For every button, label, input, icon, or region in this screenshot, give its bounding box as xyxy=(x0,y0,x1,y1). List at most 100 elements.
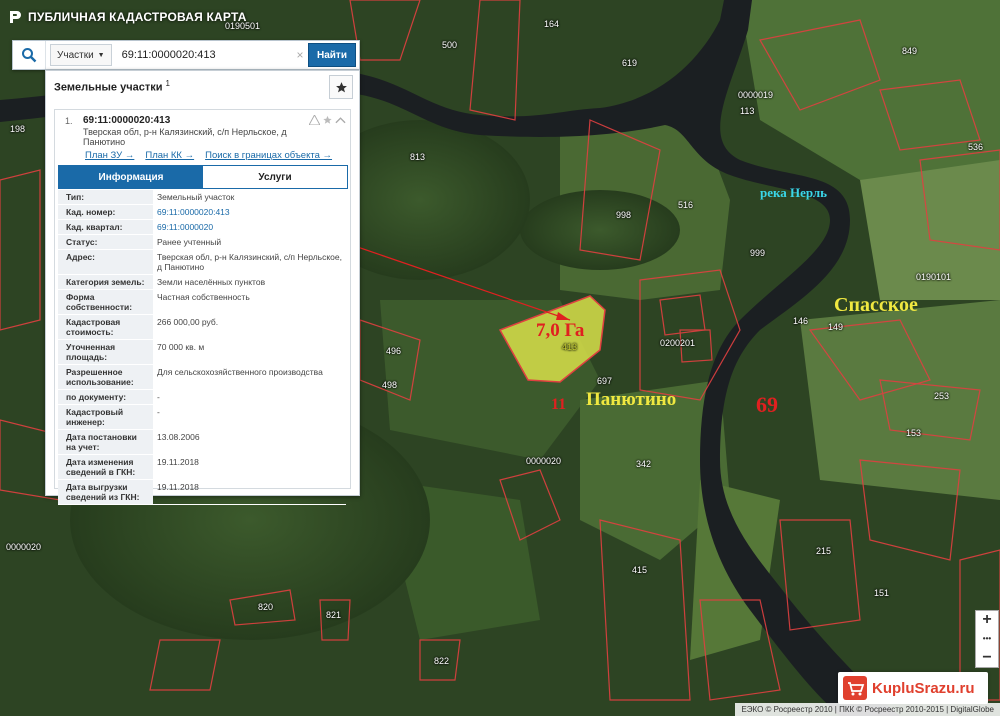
property-value: - xyxy=(157,407,160,417)
village-label-panyutino: Панютино xyxy=(586,389,677,410)
property-value: Ранее учтенный xyxy=(157,237,222,247)
item-address: Тверская обл, р-н Калязинский, с/п Нерль… xyxy=(83,127,287,147)
item-number: 1. xyxy=(65,116,73,126)
star-icon xyxy=(335,81,347,92)
zoom-menu-dots[interactable]: ••• xyxy=(983,635,991,643)
property-value: Частная собственность xyxy=(157,292,250,302)
map-label: 813 xyxy=(410,152,426,162)
property-row: Кадастровая стоимость: 266 000,00 руб. xyxy=(58,315,346,340)
map-label: 149 xyxy=(828,322,844,332)
property-key: Уточненная площадь: xyxy=(58,340,153,364)
property-row: Разрешенное использование: Для сельскохоз… xyxy=(58,365,346,390)
map-label: 496 xyxy=(386,346,402,356)
map-label: 821 xyxy=(326,610,342,620)
watermark-text: KupluSrazu.ru xyxy=(872,679,975,697)
property-key: Адрес: xyxy=(58,250,153,274)
result-count: 1 xyxy=(165,79,170,88)
property-row: Статус: Ранее учтенный xyxy=(58,235,346,250)
property-value: 70 000 кв. м xyxy=(157,342,205,352)
map-label: 998 xyxy=(616,210,632,220)
search-type-select[interactable]: Участки ▼ xyxy=(50,44,112,66)
item-cad-number[interactable]: 69:11:0000020:413 xyxy=(83,115,170,126)
property-value: 19.11.2018 xyxy=(157,482,199,492)
map-label: 536 xyxy=(968,142,984,152)
property-value: 266 000,00 руб. xyxy=(157,317,219,327)
zoom-out-button[interactable]: − xyxy=(982,649,991,667)
map-label: 999 xyxy=(750,248,766,258)
property-value: 13.08.2006 xyxy=(157,432,200,442)
zoom-control: + ••• − xyxy=(975,610,999,668)
map-label: 0200201 xyxy=(660,338,696,348)
village-label-spasskoe: Спасское xyxy=(834,294,918,316)
property-row: по документу: - xyxy=(58,390,346,405)
warning-icon[interactable] xyxy=(309,115,320,125)
property-row: Дата выгрузки сведений из ГКН: 19.11.2018 xyxy=(58,480,346,505)
map-label: 113 xyxy=(740,106,755,116)
property-row: Дата постановки на учет: 13.08.2006 xyxy=(58,430,346,455)
watermark: KupluSrazu.ru xyxy=(838,672,988,704)
property-key: Кад. номер: xyxy=(58,205,153,219)
property-key: Дата постановки на учет: xyxy=(58,430,153,454)
property-value: Земли населённых пунктов xyxy=(157,277,266,287)
map-label: 619 xyxy=(622,58,638,68)
property-value: Земельный участок xyxy=(157,192,235,202)
plan-zu-link[interactable]: План ЗУ → xyxy=(85,150,134,161)
map-label: 849 xyxy=(902,46,918,56)
cadastre-logo-icon xyxy=(10,11,21,23)
plan-kk-link[interactable]: План КК → xyxy=(145,150,194,161)
chevron-up-icon[interactable] xyxy=(335,115,346,125)
property-value: 19.11.2018 xyxy=(157,457,199,467)
map-label: 151 xyxy=(874,588,890,598)
app-title: ПУБЛИЧНАЯ КАДАСТРОВАЯ КАРТА xyxy=(28,10,247,24)
map-attribution: ЕЭКО © Росреестр 2010 | ПКК © Росреестр … xyxy=(735,703,1000,716)
map-label: 153 xyxy=(906,428,922,438)
map-label: 198 xyxy=(10,124,26,134)
district-number: 11 xyxy=(551,396,567,413)
map-label: 215 xyxy=(816,546,832,556)
property-row: Форма собственности: Частная собственност… xyxy=(58,290,346,315)
map-label: 516 xyxy=(678,200,694,210)
search-bar: Участки ▼ 69:11:0000020:413 × Найти xyxy=(12,40,360,70)
property-value: - xyxy=(157,392,160,402)
map-label: 820 xyxy=(258,602,274,612)
map-label: 342 xyxy=(636,459,652,469)
property-row: Кад. номер: 69:11:0000020:413 xyxy=(58,205,346,220)
area-label: 7,0 Га xyxy=(536,320,585,341)
app-header: ПУБЛИЧНАЯ КАДАСТРОВАЯ КАРТА xyxy=(8,8,247,26)
map-label: 146 xyxy=(793,316,809,326)
property-value[interactable]: 69:11:0000020:413 xyxy=(153,205,346,219)
star-icon[interactable] xyxy=(322,115,333,125)
map-label: 0000020 xyxy=(6,542,42,552)
region-number: 69 xyxy=(756,392,778,417)
property-key: Кад. квартал: xyxy=(58,220,153,234)
properties-table: Тип: Земельный участок Кад. номер: 69:11:00… xyxy=(58,190,346,505)
property-value: Для сельскохозяйственного производства xyxy=(157,367,323,377)
zoom-in-button[interactable]: + xyxy=(982,611,991,629)
property-row: Тип: Земельный участок xyxy=(58,190,346,205)
map-label: 0190101 xyxy=(916,272,952,282)
property-row: Дата изменения сведений в ГКН: 19.11.2018 xyxy=(58,455,346,480)
tab-information[interactable]: Информация xyxy=(59,166,203,188)
property-key: Дата выгрузки сведений из ГКН: xyxy=(58,480,153,504)
clear-icon[interactable]: × xyxy=(292,48,308,62)
property-row: Адрес: Тверская обл, р-н Калязинский, с/п… xyxy=(58,250,346,275)
parcel-card[interactable]: 1. 69:11:0000020:413 Тверская обл, р-н К… xyxy=(54,109,351,505)
property-key: Разрешенное использование: xyxy=(58,365,153,389)
search-type-value: Участки xyxy=(57,49,94,61)
search-icon[interactable] xyxy=(13,41,46,69)
search-input[interactable]: 69:11:0000020:413 xyxy=(112,49,292,61)
property-key: Форма собственности: xyxy=(58,290,153,314)
property-key: Кадастровая стоимость: xyxy=(58,315,153,339)
property-key: по документу: xyxy=(58,390,153,404)
property-value[interactable]: 69:11:0000020 xyxy=(153,220,346,234)
results-panel: Земельные участки 1 1. 69:11:0000020:413… xyxy=(45,70,360,505)
search-button[interactable]: Найти xyxy=(308,43,356,67)
selected-plot-tag: 413 xyxy=(562,342,578,352)
map-label: 0000019 xyxy=(738,90,774,100)
search-in-bounds-link[interactable]: Поиск в границах объекта → xyxy=(205,150,332,161)
favorite-button[interactable] xyxy=(329,75,353,99)
map-label: 253 xyxy=(934,391,950,401)
map-label: 697 xyxy=(597,376,613,386)
tab-services[interactable]: Услуги xyxy=(203,166,347,188)
property-row: Уточненная площадь: 70 000 кв. м xyxy=(58,340,346,365)
